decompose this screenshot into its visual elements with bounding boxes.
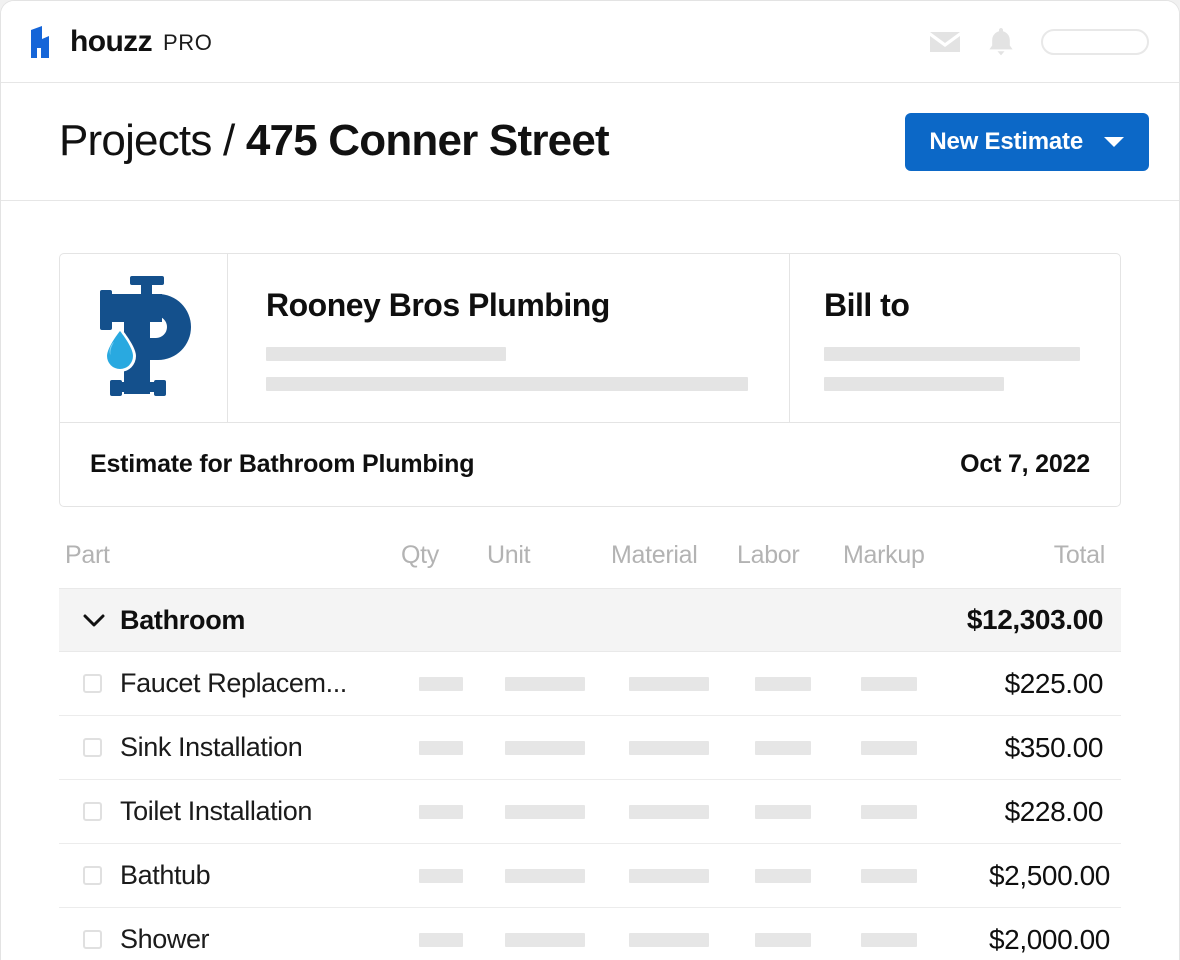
row-labor-placeholder (755, 869, 861, 883)
row-material-placeholder (629, 805, 755, 819)
row-checkbox[interactable] (83, 930, 102, 949)
row-labor-placeholder (755, 933, 861, 947)
row-material-placeholder (629, 677, 755, 691)
estimate-content: Rooney Bros Plumbing Bill to Estimate fo… (1, 201, 1179, 960)
company-info-cell: Rooney Bros Plumbing (228, 254, 790, 422)
row-unit-placeholder (505, 933, 629, 947)
brand-word: houzz (70, 27, 152, 57)
global-topbar: houzz PRO (1, 1, 1179, 83)
row-total: $2,000.00 (989, 924, 1110, 956)
faucet-p-logo (84, 272, 204, 404)
row-qty-placeholder (419, 677, 505, 691)
row-qty-placeholder (419, 933, 505, 947)
row-labor-placeholder (755, 677, 861, 691)
row-markup-placeholder (861, 805, 989, 819)
column-header-markup: Markup (843, 541, 971, 570)
row-checkbox[interactable] (83, 866, 102, 885)
row-checkbox[interactable] (83, 674, 102, 693)
houzz-h-icon (29, 26, 59, 58)
bill-to-placeholder-1 (824, 347, 1080, 361)
group-total: $12,303.00 (967, 604, 1103, 636)
row-qty-placeholder (419, 805, 505, 819)
table-row[interactable]: Shower $2,000.00 (59, 908, 1121, 960)
column-header-labor: Labor (737, 541, 843, 570)
column-header-material: Material (611, 541, 737, 570)
row-labor-placeholder (755, 805, 861, 819)
brand-pro: PRO (163, 32, 212, 54)
column-header-part: Part (65, 541, 401, 570)
row-unit-placeholder (505, 677, 629, 691)
row-total: $225.00 (989, 668, 1103, 700)
new-estimate-label: New Estimate (929, 128, 1083, 156)
row-material-placeholder (629, 741, 755, 755)
row-qty-placeholder (419, 869, 505, 883)
new-estimate-button[interactable]: New Estimate (905, 113, 1149, 171)
mail-icon[interactable] (929, 30, 961, 54)
bell-icon[interactable] (987, 27, 1015, 57)
bill-to-label: Bill to (824, 288, 1086, 323)
row-material-placeholder (629, 869, 755, 883)
row-checkbox[interactable] (83, 802, 102, 821)
group-name-label: Bathroom (120, 605, 245, 636)
company-logo-cell (60, 254, 228, 422)
table-row[interactable]: Toilet Installation $228.00 (59, 780, 1121, 844)
page-title: 475 Conner Street (246, 116, 609, 165)
row-part-name: Bathtub (120, 860, 210, 891)
row-qty-placeholder (419, 741, 505, 755)
page-header: Projects / 475 Conner Street New Estimat… (1, 83, 1179, 201)
row-unit-placeholder (505, 741, 629, 755)
account-pill[interactable] (1041, 29, 1149, 55)
column-header-unit: Unit (487, 541, 611, 570)
breadcrumb: Projects / 475 Conner Street (59, 117, 609, 165)
chevron-down-icon[interactable] (83, 614, 105, 627)
estimate-parties: Rooney Bros Plumbing Bill to (60, 254, 1120, 422)
table-row[interactable]: Sink Installation $350.00 (59, 716, 1121, 780)
table-header-row: Part Qty Unit Material Labor Markup Tota… (59, 541, 1121, 588)
bill-to-placeholder-2 (824, 377, 1004, 391)
row-total: $228.00 (989, 796, 1103, 828)
row-markup-placeholder (861, 741, 989, 755)
table-row[interactable]: Faucet Replacem... $225.00 (59, 652, 1121, 716)
estimate-title: Estimate for Bathroom Plumbing (90, 450, 474, 479)
row-markup-placeholder (861, 869, 989, 883)
row-total: $2,500.00 (989, 860, 1110, 892)
chevron-down-icon (1103, 135, 1125, 149)
company-name: Rooney Bros Plumbing (266, 288, 751, 323)
column-header-qty: Qty (401, 541, 487, 570)
group-row-bathroom[interactable]: Bathroom $12,303.00 (59, 588, 1121, 652)
app-window: houzz PRO Projects / 475 Conne (0, 0, 1180, 960)
estimate-summary-row: Estimate for Bathroom Plumbing Oct 7, 20… (60, 422, 1120, 506)
row-markup-placeholder (861, 677, 989, 691)
row-part-name: Shower (120, 924, 209, 955)
breadcrumb-projects-link[interactable]: Projects (59, 116, 212, 165)
row-part-name: Toilet Installation (120, 796, 312, 827)
row-unit-placeholder (505, 869, 629, 883)
company-address-placeholder-2 (266, 377, 748, 391)
table-row[interactable]: Bathtub $2,500.00 (59, 844, 1121, 908)
column-header-total: Total (971, 541, 1115, 570)
row-part-name: Faucet Replacem... (120, 668, 347, 699)
row-total: $350.00 (989, 732, 1103, 764)
row-unit-placeholder (505, 805, 629, 819)
row-checkbox[interactable] (83, 738, 102, 757)
company-address-placeholder-1 (266, 347, 506, 361)
houzz-pro-logo[interactable]: houzz PRO (29, 26, 212, 58)
breadcrumb-separator: / (223, 116, 234, 165)
row-markup-placeholder (861, 933, 989, 947)
topbar-actions (929, 27, 1149, 57)
row-labor-placeholder (755, 741, 861, 755)
row-material-placeholder (629, 933, 755, 947)
bill-to-cell: Bill to (790, 254, 1120, 422)
line-items-table: Part Qty Unit Material Labor Markup Tota… (59, 541, 1121, 960)
estimate-date: Oct 7, 2022 (960, 450, 1090, 479)
estimate-document-card: Rooney Bros Plumbing Bill to Estimate fo… (59, 253, 1121, 507)
row-part-name: Sink Installation (120, 732, 302, 763)
